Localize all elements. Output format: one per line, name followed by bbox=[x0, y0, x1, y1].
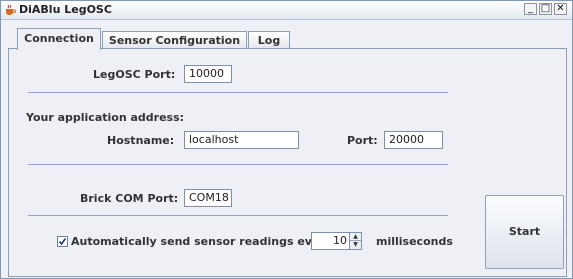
spinner-buttons: ▲ ▼ bbox=[349, 233, 361, 249]
tab-connection[interactable]: Connection bbox=[17, 28, 101, 50]
minimize-button[interactable]: _ bbox=[524, 3, 537, 15]
brick-com-port-field[interactable]: COM18 bbox=[184, 189, 232, 207]
separator bbox=[28, 92, 448, 93]
tab-sensor-configuration[interactable]: Sensor Configuration bbox=[102, 31, 247, 49]
auto-send-label: Automatically send sensor readings every bbox=[71, 235, 333, 248]
brick-com-port-label: Brick COM Port: bbox=[80, 192, 179, 205]
separator bbox=[28, 215, 448, 216]
port-field[interactable]: 20000 bbox=[384, 131, 443, 149]
legosc-port-label: LegOSC Port: bbox=[93, 68, 176, 81]
start-button[interactable]: Start bbox=[485, 195, 564, 269]
checkmark-icon bbox=[58, 238, 67, 246]
legosc-port-field[interactable]: 10000 bbox=[184, 65, 232, 83]
milliseconds-label: milliseconds bbox=[376, 235, 453, 248]
port-label: Port: bbox=[347, 134, 378, 147]
separator bbox=[28, 164, 448, 165]
tab-log[interactable]: Log bbox=[248, 31, 290, 49]
auto-send-checkbox[interactable] bbox=[57, 236, 68, 247]
maximize-button[interactable]: □ bbox=[539, 3, 552, 15]
java-cup-icon bbox=[4, 4, 17, 16]
hostname-label: Hostname: bbox=[107, 134, 175, 147]
app-window: DiABlu LegOSC _ □ ✕ Connection Sensor Co… bbox=[0, 0, 573, 279]
spinner-up-arrow-icon[interactable]: ▲ bbox=[350, 233, 361, 241]
spinner-down-arrow-icon[interactable]: ▼ bbox=[350, 241, 361, 249]
app-address-label: Your application address: bbox=[26, 111, 185, 124]
window-title: DiABlu LegOSC bbox=[19, 3, 112, 16]
close-button[interactable]: ✕ bbox=[554, 3, 567, 15]
interval-value: 10 bbox=[333, 234, 347, 247]
interval-spinner[interactable]: 10 ▲ ▼ bbox=[311, 232, 362, 250]
hostname-field[interactable]: localhost bbox=[184, 131, 299, 149]
title-bar[interactable]: DiABlu LegOSC _ □ ✕ bbox=[1, 1, 572, 20]
